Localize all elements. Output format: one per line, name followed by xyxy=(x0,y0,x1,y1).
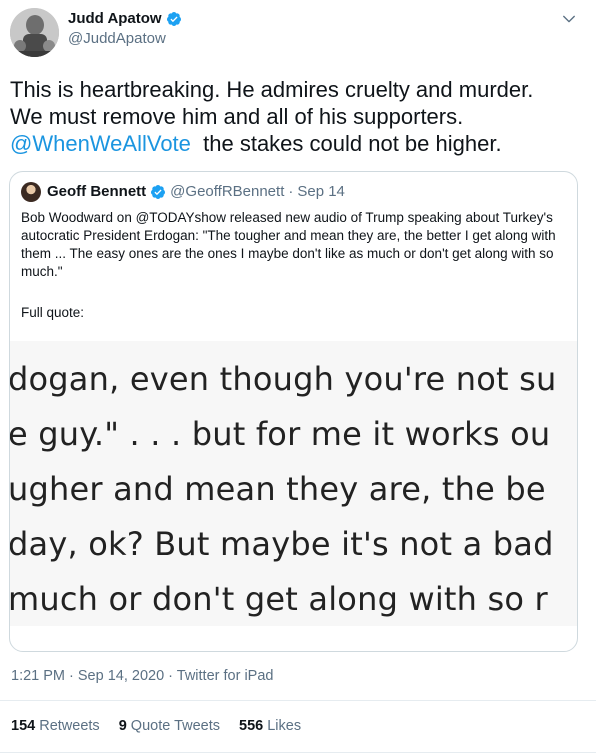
tweet-line: @WhenWeAllVote the stakes could not be h… xyxy=(10,130,580,157)
quoted-tweet[interactable]: Geoff Bennett @GeoffRBennett · Sep 14 Bo… xyxy=(9,171,578,652)
likes-label: Likes xyxy=(267,718,302,734)
quote-tweets-stat[interactable]: 9 Quote Tweets xyxy=(119,718,220,734)
quoted-image[interactable]: dogan, even though you're not su e guy."… xyxy=(10,341,577,626)
quoted-text: Bob Woodward on @TODAYshow released new … xyxy=(21,210,556,279)
image-text-line: e guy." . . . but for me it works ou xyxy=(10,415,551,453)
retweets-label: Retweets xyxy=(39,718,100,734)
divider xyxy=(0,752,596,753)
image-text-line: much or don't get along with so r xyxy=(10,580,548,618)
verified-badge-icon xyxy=(151,185,166,199)
quote-label: Quote Tweets xyxy=(130,718,220,734)
quote-count: 9 xyxy=(118,718,127,734)
likes-stat[interactable]: 556 Likes xyxy=(239,718,301,734)
author-info: Judd Apatow @JuddApatow xyxy=(68,9,182,49)
avatar-photo xyxy=(10,8,59,57)
image-text-line: dogan, even though you're not su xyxy=(10,360,557,398)
tweet-timestamp[interactable]: 1:21 PM · Sep 14, 2020 · Twitter for iPa… xyxy=(11,668,273,684)
author-name[interactable]: Judd Apatow xyxy=(68,9,182,28)
chevron-down-icon[interactable] xyxy=(560,10,578,28)
tweet-line: We must remove him and all of his suppor… xyxy=(10,104,464,129)
likes-count: 556 xyxy=(239,718,264,734)
tweet-body: This is heartbreaking. He admires cruelt… xyxy=(10,76,580,157)
quoted-author-name: Geoff Bennett xyxy=(47,183,147,200)
quoted-avatar xyxy=(21,182,41,202)
divider xyxy=(0,700,596,701)
mention-link[interactable]: @WhenWeAllVote xyxy=(10,131,191,156)
tweet-line-rest: the stakes could not be higher. xyxy=(190,131,502,156)
author-name-text[interactable]: Judd Apatow xyxy=(68,9,162,28)
author-avatar[interactable] xyxy=(10,8,59,57)
engagement-stats: 154 Retweets 9 Quote Tweets 556 Likes xyxy=(11,718,301,734)
quoted-author-handle: @GeoffRBennett xyxy=(170,183,285,200)
quoted-date: Sep 14 xyxy=(297,183,345,200)
tweet-line: This is heartbreaking. He admires cruelt… xyxy=(10,77,534,102)
separator-dot: · xyxy=(288,183,294,200)
verified-badge-icon xyxy=(166,11,181,26)
author-handle[interactable]: @JuddApatow xyxy=(68,29,182,49)
retweets-stat[interactable]: 154 Retweets xyxy=(11,718,100,734)
image-text-line: ugher and mean they are, the be xyxy=(10,470,546,508)
quoted-header: Geoff Bennett @GeoffRBennett · Sep 14 xyxy=(21,182,345,202)
retweets-count: 154 xyxy=(11,718,36,734)
full-quote-label: Full quote: xyxy=(21,305,85,320)
image-text-line: day, ok? But maybe it's not a bad xyxy=(10,525,554,563)
